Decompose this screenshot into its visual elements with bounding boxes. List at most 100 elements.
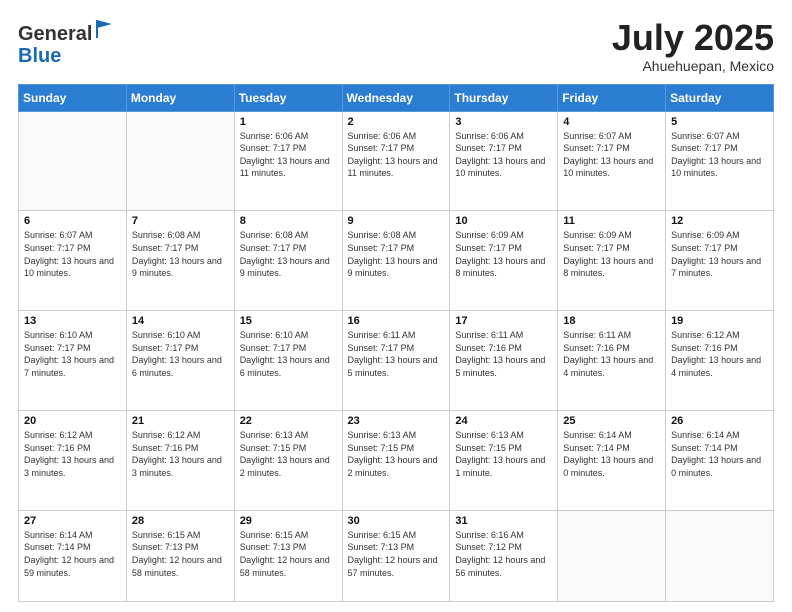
table-row: 22 Sunrise: 6:13 AM Sunset: 7:15 PM Dayli… bbox=[234, 410, 342, 510]
day-info: Sunrise: 6:15 AM Sunset: 7:13 PM Dayligh… bbox=[348, 529, 445, 579]
table-row: 1 Sunrise: 6:06 AM Sunset: 7:17 PM Daylig… bbox=[234, 111, 342, 211]
day-number: 10 bbox=[455, 215, 552, 227]
day-number: 18 bbox=[563, 315, 660, 327]
table-row: 29 Sunrise: 6:15 AM Sunset: 7:13 PM Dayli… bbox=[234, 510, 342, 601]
header-sunday: Sunday bbox=[19, 84, 127, 111]
table-row: 26Sunrise: 6:14 AM Sunset: 7:14 PM Dayli… bbox=[666, 410, 774, 510]
logo-blue-text: Blue bbox=[18, 45, 116, 67]
day-number: 21 bbox=[132, 415, 229, 427]
table-row: 21 Sunrise: 6:12 AM Sunset: 7:16 PM Dayli… bbox=[126, 410, 234, 510]
day-number: 9 bbox=[348, 215, 445, 227]
day-info: Sunrise: 6:10 AM Sunset: 7:17 PM Dayligh… bbox=[240, 329, 337, 379]
calendar-header-row: Sunday Monday Tuesday Wednesday Thursday… bbox=[19, 84, 774, 111]
table-row: 9 Sunrise: 6:08 AM Sunset: 7:17 PM Daylig… bbox=[342, 211, 450, 311]
table-row: 14Sunrise: 6:10 AM Sunset: 7:17 PM Dayli… bbox=[126, 311, 234, 411]
logo-blue: Blue bbox=[18, 45, 61, 67]
table-row: 10 Sunrise: 6:09 AM Sunset: 7:17 PM Dayli… bbox=[450, 211, 558, 311]
day-info: Sunrise: 6:13 AM Sunset: 7:15 PM Dayligh… bbox=[348, 429, 445, 479]
day-number: 20 bbox=[24, 415, 121, 427]
table-row bbox=[558, 510, 666, 601]
table-row: 12Sunrise: 6:09 AM Sunset: 7:17 PM Dayli… bbox=[666, 211, 774, 311]
table-row: 17 Sunrise: 6:11 AM Sunset: 7:16 PM Dayli… bbox=[450, 311, 558, 411]
day-number: 22 bbox=[240, 415, 337, 427]
day-info: Sunrise: 6:13 AM Sunset: 7:15 PM Dayligh… bbox=[240, 429, 337, 479]
day-number: 4 bbox=[563, 116, 660, 128]
day-info: Sunrise: 6:13 AM Sunset: 7:15 PM Dayligh… bbox=[455, 429, 552, 479]
calendar-week-4: 27 Sunrise: 6:14 AM Sunset: 7:14 PM Dayli… bbox=[19, 510, 774, 601]
day-info: Sunrise: 6:06 AM Sunset: 7:17 PM Dayligh… bbox=[240, 130, 337, 180]
day-number: 5 bbox=[671, 116, 768, 128]
day-info: Sunrise: 6:08 AM Sunset: 7:17 PM Dayligh… bbox=[240, 229, 337, 279]
calendar-week-0: 1 Sunrise: 6:06 AM Sunset: 7:17 PM Daylig… bbox=[19, 111, 774, 211]
day-number: 30 bbox=[348, 515, 445, 527]
day-info: Sunrise: 6:12 AM Sunset: 7:16 PM Dayligh… bbox=[24, 429, 121, 479]
day-info: Sunrise: 6:11 AM Sunset: 7:16 PM Dayligh… bbox=[455, 329, 552, 379]
calendar-week-2: 13Sunrise: 6:10 AM Sunset: 7:17 PM Dayli… bbox=[19, 311, 774, 411]
table-row bbox=[666, 510, 774, 601]
day-number: 17 bbox=[455, 315, 552, 327]
header-monday: Monday bbox=[126, 84, 234, 111]
header-friday: Friday bbox=[558, 84, 666, 111]
day-info: Sunrise: 6:14 AM Sunset: 7:14 PM Dayligh… bbox=[563, 429, 660, 479]
day-number: 29 bbox=[240, 515, 337, 527]
table-row: 23 Sunrise: 6:13 AM Sunset: 7:15 PM Dayli… bbox=[342, 410, 450, 510]
table-row bbox=[126, 111, 234, 211]
table-row: 7 Sunrise: 6:08 AM Sunset: 7:17 PM Daylig… bbox=[126, 211, 234, 311]
day-info: Sunrise: 6:07 AM Sunset: 7:17 PM Dayligh… bbox=[24, 229, 121, 279]
logo-general: General bbox=[18, 23, 92, 45]
table-row bbox=[19, 111, 127, 211]
table-row: 28Sunrise: 6:15 AM Sunset: 7:13 PM Dayli… bbox=[126, 510, 234, 601]
calendar-week-3: 20 Sunrise: 6:12 AM Sunset: 7:16 PM Dayli… bbox=[19, 410, 774, 510]
title-location: Ahuehuepan, Mexico bbox=[612, 58, 774, 74]
day-info: Sunrise: 6:09 AM Sunset: 7:17 PM Dayligh… bbox=[455, 229, 552, 279]
day-info: Sunrise: 6:15 AM Sunset: 7:13 PM Dayligh… bbox=[240, 529, 337, 579]
day-info: Sunrise: 6:12 AM Sunset: 7:16 PM Dayligh… bbox=[132, 429, 229, 479]
table-row: 20 Sunrise: 6:12 AM Sunset: 7:16 PM Dayli… bbox=[19, 410, 127, 510]
table-row: 18 Sunrise: 6:11 AM Sunset: 7:16 PM Dayli… bbox=[558, 311, 666, 411]
day-info: Sunrise: 6:14 AM Sunset: 7:14 PM Dayligh… bbox=[24, 529, 121, 579]
header-wednesday: Wednesday bbox=[342, 84, 450, 111]
day-number: 7 bbox=[132, 215, 229, 227]
calendar-table: Sunday Monday Tuesday Wednesday Thursday… bbox=[18, 84, 774, 602]
day-number: 24 bbox=[455, 415, 552, 427]
day-number: 15 bbox=[240, 315, 337, 327]
day-info: Sunrise: 6:08 AM Sunset: 7:17 PM Dayligh… bbox=[348, 229, 445, 279]
day-number: 14 bbox=[132, 315, 229, 327]
day-info: Sunrise: 6:11 AM Sunset: 7:16 PM Dayligh… bbox=[563, 329, 660, 379]
table-row: 27 Sunrise: 6:14 AM Sunset: 7:14 PM Dayli… bbox=[19, 510, 127, 601]
table-row: 5Sunrise: 6:07 AM Sunset: 7:17 PM Daylig… bbox=[666, 111, 774, 211]
day-number: 1 bbox=[240, 116, 337, 128]
day-info: Sunrise: 6:12 AM Sunset: 7:16 PM Dayligh… bbox=[671, 329, 768, 379]
day-info: Sunrise: 6:16 AM Sunset: 7:12 PM Dayligh… bbox=[455, 529, 552, 579]
table-row: 16Sunrise: 6:11 AM Sunset: 7:17 PM Dayli… bbox=[342, 311, 450, 411]
header-tuesday: Tuesday bbox=[234, 84, 342, 111]
table-row: 31Sunrise: 6:16 AM Sunset: 7:12 PM Dayli… bbox=[450, 510, 558, 601]
table-row: 3Sunrise: 6:06 AM Sunset: 7:17 PM Daylig… bbox=[450, 111, 558, 211]
day-info: Sunrise: 6:06 AM Sunset: 7:17 PM Dayligh… bbox=[348, 130, 445, 180]
day-number: 19 bbox=[671, 315, 768, 327]
table-row: 4Sunrise: 6:07 AM Sunset: 7:17 PM Daylig… bbox=[558, 111, 666, 211]
day-number: 23 bbox=[348, 415, 445, 427]
day-info: Sunrise: 6:09 AM Sunset: 7:17 PM Dayligh… bbox=[563, 229, 660, 279]
day-number: 2 bbox=[348, 116, 445, 128]
logo: General Blue bbox=[18, 18, 116, 67]
day-number: 25 bbox=[563, 415, 660, 427]
day-number: 28 bbox=[132, 515, 229, 527]
day-info: Sunrise: 6:06 AM Sunset: 7:17 PM Dayligh… bbox=[455, 130, 552, 180]
page: General Blue July 2025 Ahuehuepan, Mexic… bbox=[0, 0, 792, 612]
table-row: 8 Sunrise: 6:08 AM Sunset: 7:17 PM Daylig… bbox=[234, 211, 342, 311]
table-row: 15 Sunrise: 6:10 AM Sunset: 7:17 PM Dayli… bbox=[234, 311, 342, 411]
logo-text: General bbox=[18, 18, 116, 45]
day-info: Sunrise: 6:14 AM Sunset: 7:14 PM Dayligh… bbox=[671, 429, 768, 479]
calendar-week-1: 6 Sunrise: 6:07 AM Sunset: 7:17 PM Daylig… bbox=[19, 211, 774, 311]
table-row: 19 Sunrise: 6:12 AM Sunset: 7:16 PM Dayli… bbox=[666, 311, 774, 411]
day-number: 6 bbox=[24, 215, 121, 227]
day-number: 27 bbox=[24, 515, 121, 527]
day-number: 8 bbox=[240, 215, 337, 227]
header: General Blue July 2025 Ahuehuepan, Mexic… bbox=[18, 18, 774, 74]
title-month: July 2025 bbox=[612, 18, 774, 58]
day-info: Sunrise: 6:08 AM Sunset: 7:17 PM Dayligh… bbox=[132, 229, 229, 279]
logo-flag-icon bbox=[94, 18, 116, 40]
header-thursday: Thursday bbox=[450, 84, 558, 111]
day-number: 16 bbox=[348, 315, 445, 327]
